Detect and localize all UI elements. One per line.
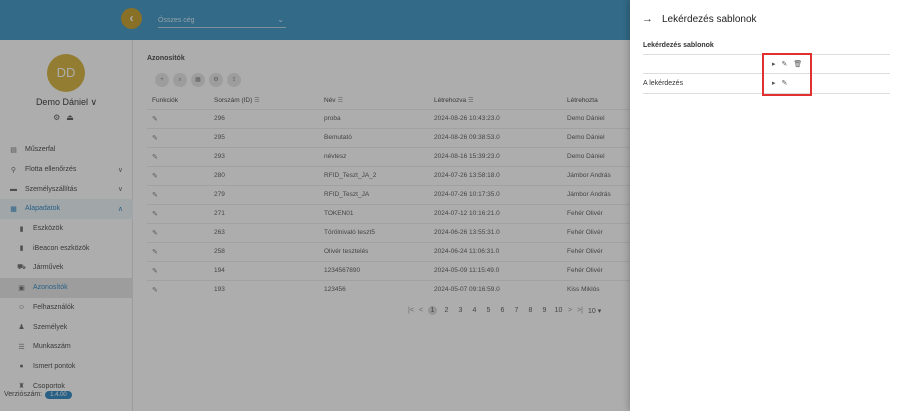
panel-header: → Lekérdezés sablonok xyxy=(642,13,757,25)
template-row-label: A lekérdezés xyxy=(643,80,684,87)
panel-subtitle: Lekérdezés sablonok xyxy=(643,42,714,49)
highlight-box xyxy=(762,53,812,96)
panel-title: Lekérdezés sablonok xyxy=(662,13,757,25)
arrow-right-icon[interactable]: → xyxy=(642,13,653,25)
modal-backdrop[interactable] xyxy=(0,0,630,411)
